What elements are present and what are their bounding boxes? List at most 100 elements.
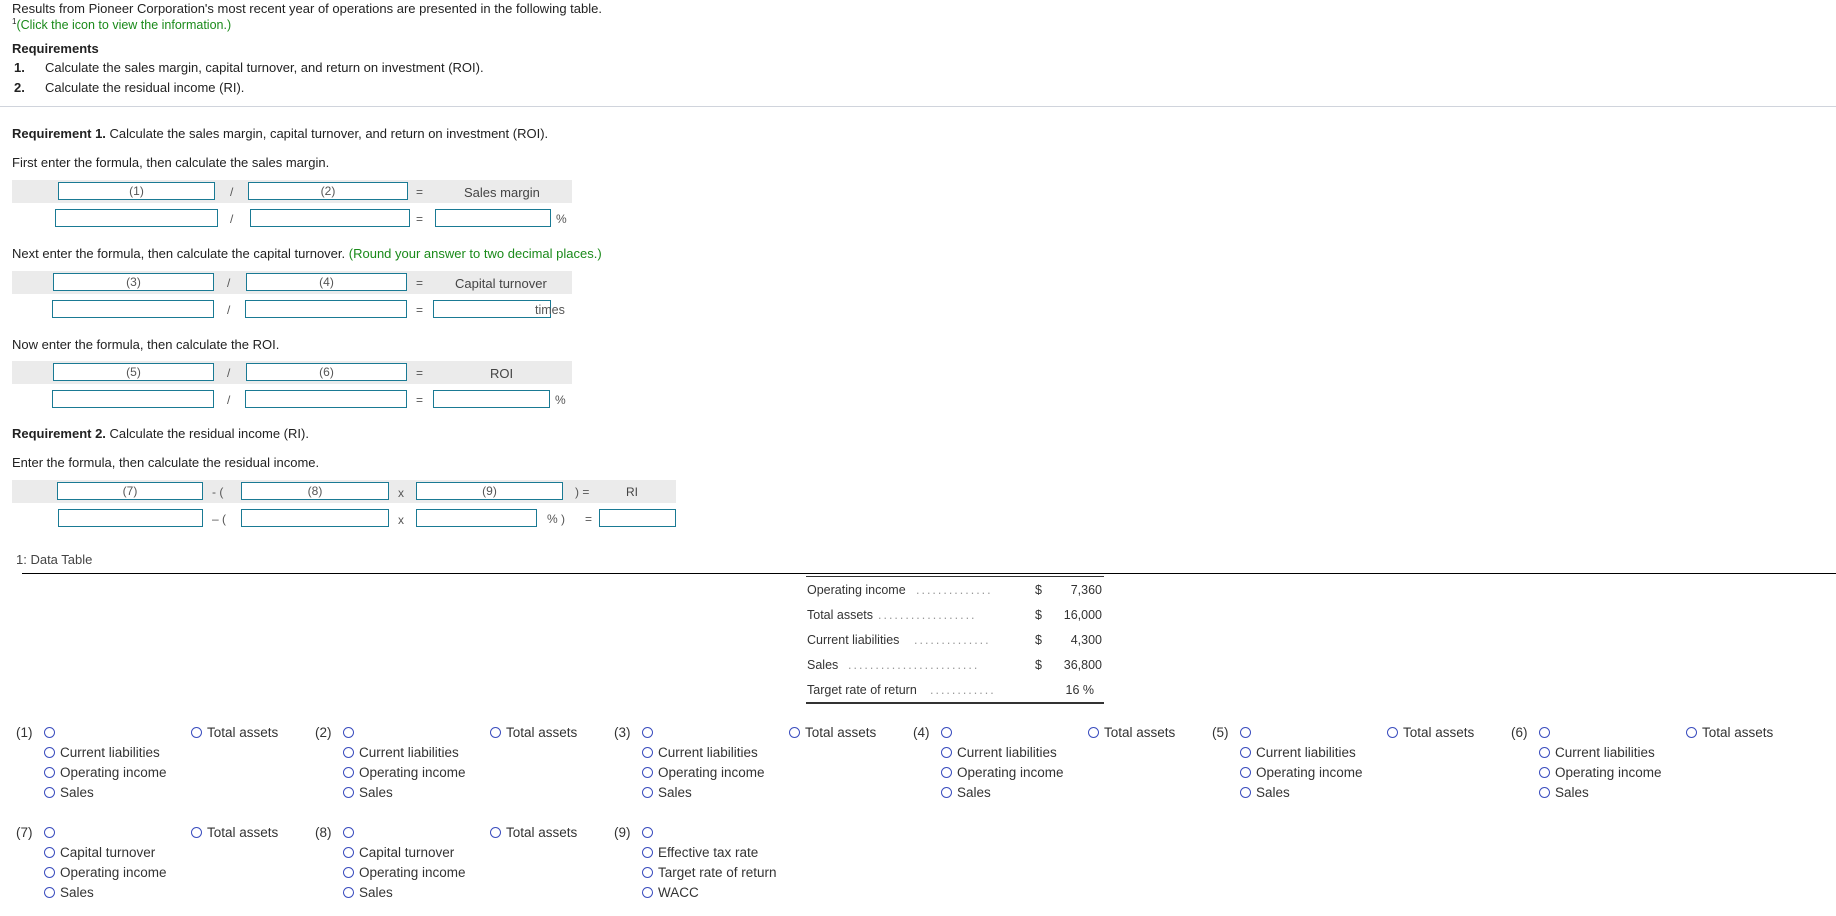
- formula-box-3[interactable]: (3): [53, 273, 214, 291]
- click-hint[interactable]: (Click the icon to view the information.…: [16, 18, 231, 32]
- roi-result-input[interactable]: [433, 390, 550, 408]
- roi-denominator-input[interactable]: [245, 390, 407, 408]
- radio-icon[interactable]: [44, 847, 55, 858]
- radio-option[interactable]: Total assets: [490, 725, 577, 740]
- radio-option[interactable]: Current liabilities: [44, 745, 160, 760]
- radio-icon[interactable]: [642, 767, 653, 778]
- radio-icon[interactable]: [44, 867, 55, 878]
- radio-option[interactable]: [941, 725, 957, 740]
- radio-option[interactable]: [343, 725, 359, 740]
- radio-option[interactable]: [642, 825, 658, 840]
- radio-option[interactable]: Effective tax rate: [642, 845, 758, 860]
- radio-icon[interactable]: [642, 787, 653, 798]
- sales-margin-result-input[interactable]: [435, 209, 551, 227]
- radio-option[interactable]: [1539, 725, 1555, 740]
- radio-icon[interactable]: [44, 767, 55, 778]
- radio-option[interactable]: Current liabilities: [941, 745, 1057, 760]
- radio-option[interactable]: Operating income: [1240, 765, 1363, 780]
- radio-icon[interactable]: [1240, 767, 1251, 778]
- radio-icon[interactable]: [642, 727, 653, 738]
- formula-box-4[interactable]: (4): [246, 273, 407, 291]
- radio-option[interactable]: Total assets: [1686, 725, 1773, 740]
- radio-option[interactable]: [1240, 725, 1256, 740]
- radio-option[interactable]: Sales: [44, 785, 94, 800]
- radio-option[interactable]: Current liabilities: [343, 745, 459, 760]
- radio-option[interactable]: [44, 825, 60, 840]
- radio-icon[interactable]: [642, 847, 653, 858]
- radio-icon[interactable]: [343, 727, 354, 738]
- radio-icon[interactable]: [44, 887, 55, 898]
- radio-icon[interactable]: [490, 727, 501, 738]
- radio-option[interactable]: Total assets: [789, 725, 876, 740]
- radio-icon[interactable]: [490, 827, 501, 838]
- ri-operating-income-input[interactable]: [58, 509, 203, 527]
- radio-option[interactable]: Sales: [642, 785, 692, 800]
- radio-icon[interactable]: [191, 727, 202, 738]
- radio-option[interactable]: Operating income: [1539, 765, 1662, 780]
- radio-icon[interactable]: [642, 827, 653, 838]
- radio-option[interactable]: Operating income: [343, 865, 466, 880]
- radio-option[interactable]: Sales: [343, 885, 393, 900]
- radio-icon[interactable]: [343, 827, 354, 838]
- radio-option[interactable]: Total assets: [1088, 725, 1175, 740]
- radio-icon[interactable]: [941, 747, 952, 758]
- radio-option[interactable]: Total assets: [191, 725, 278, 740]
- radio-icon[interactable]: [1240, 727, 1251, 738]
- radio-icon[interactable]: [44, 787, 55, 798]
- radio-option[interactable]: [44, 725, 60, 740]
- info-link[interactable]: 1(Click the icon to view the information…: [12, 17, 231, 32]
- radio-option[interactable]: [343, 825, 359, 840]
- radio-option[interactable]: Capital turnover: [343, 845, 454, 860]
- radio-icon[interactable]: [789, 727, 800, 738]
- capital-turnover-denominator-input[interactable]: [245, 300, 407, 318]
- radio-option[interactable]: Total assets: [1387, 725, 1474, 740]
- radio-icon[interactable]: [191, 827, 202, 838]
- radio-option[interactable]: Current liabilities: [1539, 745, 1655, 760]
- radio-icon[interactable]: [1686, 727, 1697, 738]
- radio-option[interactable]: Sales: [1240, 785, 1290, 800]
- radio-option[interactable]: Total assets: [490, 825, 577, 840]
- radio-option[interactable]: Current liabilities: [1240, 745, 1356, 760]
- formula-box-1[interactable]: (1): [58, 182, 215, 200]
- radio-icon[interactable]: [642, 887, 653, 898]
- radio-icon[interactable]: [1539, 747, 1550, 758]
- radio-icon[interactable]: [1240, 747, 1251, 758]
- radio-icon[interactable]: [343, 747, 354, 758]
- radio-icon[interactable]: [343, 887, 354, 898]
- radio-icon[interactable]: [941, 727, 952, 738]
- radio-option[interactable]: Total assets: [191, 825, 278, 840]
- radio-icon[interactable]: [1539, 787, 1550, 798]
- ri-result-input[interactable]: [599, 509, 676, 527]
- formula-box-7[interactable]: (7): [57, 482, 203, 500]
- radio-option[interactable]: Sales: [44, 885, 94, 900]
- ri-rate-input[interactable]: [416, 509, 537, 527]
- radio-option[interactable]: Operating income: [44, 865, 167, 880]
- radio-option[interactable]: Sales: [1539, 785, 1589, 800]
- radio-icon[interactable]: [1387, 727, 1398, 738]
- radio-icon[interactable]: [1088, 727, 1099, 738]
- roi-numerator-input[interactable]: [52, 390, 214, 408]
- radio-option[interactable]: Operating income: [343, 765, 466, 780]
- radio-icon[interactable]: [642, 747, 653, 758]
- radio-option[interactable]: Capital turnover: [44, 845, 155, 860]
- formula-box-2[interactable]: (2): [248, 182, 408, 200]
- radio-icon[interactable]: [343, 767, 354, 778]
- formula-box-6[interactable]: (6): [246, 363, 407, 381]
- radio-option[interactable]: [642, 725, 658, 740]
- radio-option[interactable]: Sales: [343, 785, 393, 800]
- radio-icon[interactable]: [44, 727, 55, 738]
- radio-icon[interactable]: [44, 747, 55, 758]
- radio-icon[interactable]: [941, 767, 952, 778]
- radio-icon[interactable]: [343, 847, 354, 858]
- radio-option[interactable]: WACC: [642, 885, 699, 900]
- sales-margin-numerator-input[interactable]: [55, 209, 218, 227]
- radio-option[interactable]: Sales: [941, 785, 991, 800]
- radio-option[interactable]: Operating income: [44, 765, 167, 780]
- radio-option[interactable]: Operating income: [941, 765, 1064, 780]
- radio-icon[interactable]: [1539, 727, 1550, 738]
- radio-option[interactable]: Target rate of return: [642, 865, 777, 880]
- capital-turnover-result-input[interactable]: [433, 300, 551, 318]
- formula-box-5[interactable]: (5): [53, 363, 214, 381]
- radio-icon[interactable]: [1240, 787, 1251, 798]
- radio-icon[interactable]: [44, 827, 55, 838]
